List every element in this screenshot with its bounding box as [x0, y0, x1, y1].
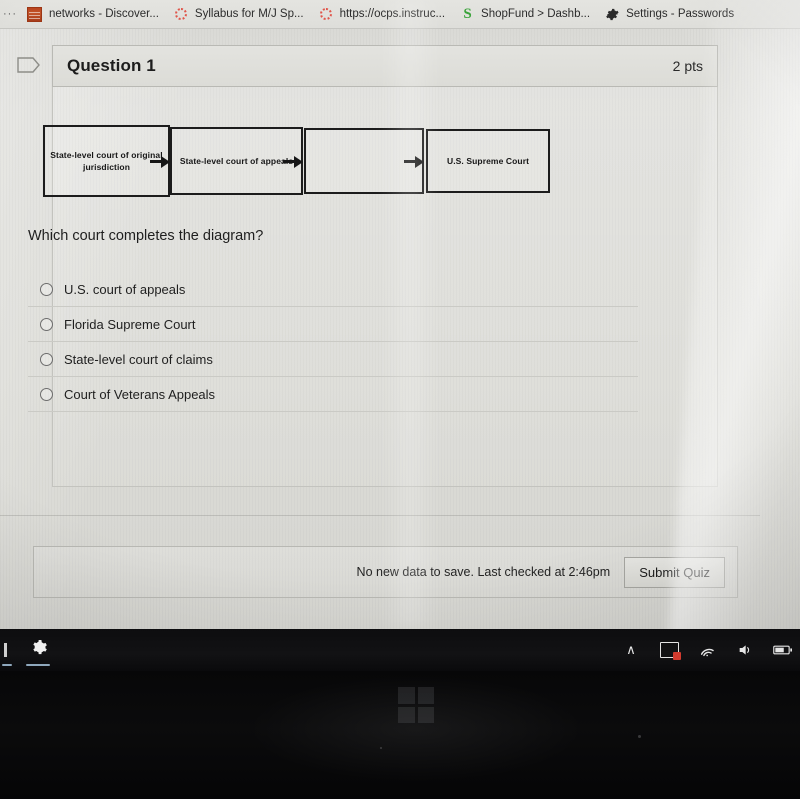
- taskbar-item-edge[interactable]: [2, 629, 12, 671]
- windows-logo-reflection: [398, 687, 434, 723]
- taskbar-item-settings[interactable]: [18, 629, 58, 671]
- radio-button-icon[interactable]: [40, 317, 53, 331]
- answer-label: Court of Veterans Appeals: [64, 386, 216, 402]
- tab-overflow-indicator[interactable]: ···: [0, 8, 21, 20]
- browser-tab-ocps-instructure[interactable]: https://ocps.instruc...: [314, 0, 455, 28]
- dust-speck: [638, 735, 641, 738]
- browser-tab-networks[interactable]: networks - Discover...: [21, 0, 169, 28]
- answer-option-2[interactable]: Florida Supreme Court: [28, 307, 638, 342]
- question-card: Question 1 2 pts: [52, 45, 718, 487]
- taskbar-items: [0, 629, 58, 671]
- windows-taskbar: ∧: [0, 629, 800, 671]
- right-arrow-icon: [282, 154, 303, 168]
- tab-label: https://ocps.instruc...: [339, 7, 446, 20]
- system-tray: ∧: [620, 639, 800, 661]
- radio-button-icon[interactable]: [40, 387, 53, 401]
- gear-icon: [606, 8, 619, 21]
- gear-icon: [29, 638, 48, 662]
- laptop-bezel: [0, 671, 800, 799]
- tab-label: Settings - Passwords: [626, 7, 735, 20]
- networks-favicon: [27, 6, 42, 22]
- answer-option-1[interactable]: U.S. court of appeals: [28, 272, 638, 307]
- divider: [0, 515, 760, 516]
- photographed-laptop-screen: ··· networks - Discover... Syllabus for …: [0, 0, 800, 799]
- loading-spinner-icon: [175, 8, 188, 21]
- notification-badge-icon[interactable]: [658, 639, 681, 661]
- answer-label: State-level court of claims: [64, 351, 213, 367]
- right-arrow-icon: [149, 154, 170, 168]
- browser-tab-settings-passwords[interactable]: Settings - Passwords: [600, 0, 744, 28]
- answer-option-3[interactable]: State-level court of claims: [28, 342, 638, 377]
- radio-button-icon[interactable]: [40, 282, 53, 296]
- browser-tab-syllabus[interactable]: Syllabus for M/J Sp...: [169, 0, 314, 28]
- tab-label: Syllabus for M/J Sp...: [194, 7, 304, 20]
- tab-label: networks - Discover...: [49, 7, 159, 20]
- save-status-text: No new data to save. Last checked at 2:4…: [356, 565, 611, 579]
- diagram-box-4: U.S. Supreme Court: [426, 129, 550, 193]
- answer-options-list: U.S. court of appeals Florida Supreme Co…: [28, 272, 638, 412]
- answer-label: U.S. court of appeals: [64, 281, 186, 297]
- answer-option-4[interactable]: Court of Veterans Appeals: [28, 377, 638, 412]
- dust-speck: [380, 747, 382, 749]
- battery-icon[interactable]: [772, 639, 794, 661]
- right-arrow-icon: [403, 154, 424, 168]
- page-title: Question 1: [67, 56, 156, 75]
- browser-tab-strip: ··· networks - Discover... Syllabus for …: [0, 0, 800, 29]
- question-prompt: Which court completes the diagram?: [28, 228, 264, 244]
- browser-tab-shopfund[interactable]: S ShopFund > Dashb...: [455, 0, 600, 28]
- quiz-footer-bar: No new data to save. Last checked at 2:4…: [33, 546, 738, 598]
- answer-label: Florida Supreme Court: [64, 316, 196, 332]
- radio-button-icon[interactable]: [40, 352, 53, 366]
- browser-screen: ··· networks - Discover... Syllabus for …: [0, 0, 800, 629]
- question-points: 2 pts: [672, 58, 703, 74]
- wifi-icon[interactable]: [696, 639, 718, 661]
- volume-icon[interactable]: [734, 639, 756, 661]
- loading-spinner-icon: [320, 8, 333, 21]
- tab-label: ShopFund > Dashb...: [481, 7, 591, 20]
- court-hierarchy-diagram: State-level court of original jurisdicti…: [43, 120, 633, 202]
- submit-quiz-button[interactable]: Submit Quiz: [624, 556, 725, 588]
- question-header: Question 1 2 pts: [52, 45, 718, 87]
- flag-question-icon[interactable]: [16, 55, 42, 75]
- shopfund-s-icon: S: [463, 5, 472, 22]
- chevron-up-icon[interactable]: ∧: [620, 639, 642, 661]
